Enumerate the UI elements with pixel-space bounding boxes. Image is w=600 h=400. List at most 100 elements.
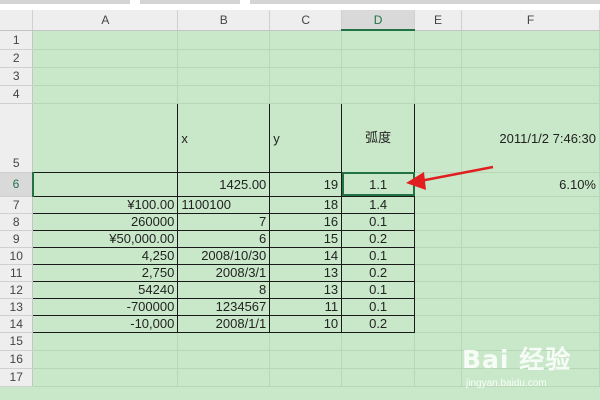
cell[interactable] <box>32 85 179 104</box>
cell[interactable] <box>341 30 416 50</box>
cell[interactable] <box>341 368 416 387</box>
cell[interactable]: 0.1 <box>341 246 416 265</box>
select-all-corner[interactable] <box>0 10 34 31</box>
cell[interactable] <box>341 67 416 86</box>
cell[interactable]: 14 <box>269 246 343 265</box>
header-cell-x[interactable]: x <box>177 102 271 173</box>
cell[interactable] <box>269 332 343 351</box>
cell[interactable]: 11 <box>269 297 343 316</box>
cell[interactable]: 10 <box>269 314 343 333</box>
cell[interactable] <box>461 298 600 316</box>
cell[interactable] <box>461 281 600 299</box>
cell[interactable] <box>32 171 179 197</box>
row-header[interactable]: 1 <box>0 30 34 50</box>
cell[interactable] <box>414 172 463 197</box>
cell[interactable] <box>341 49 416 68</box>
cell[interactable] <box>269 85 343 104</box>
row-header[interactable]: 11 <box>0 264 34 282</box>
column-header-b[interactable]: B <box>177 10 271 31</box>
cell[interactable] <box>32 102 179 173</box>
column-header-a[interactable]: A <box>32 10 179 31</box>
cell[interactable] <box>177 30 271 50</box>
column-header-e[interactable]: E <box>414 10 463 31</box>
cell[interactable] <box>269 49 343 68</box>
cell[interactable] <box>414 281 463 299</box>
cell[interactable]: 6 <box>177 229 271 248</box>
cell[interactable] <box>461 315 600 333</box>
cell[interactable] <box>32 67 179 86</box>
cell[interactable] <box>177 368 271 387</box>
cell[interactable] <box>341 85 416 104</box>
cell[interactable] <box>341 350 416 369</box>
cell[interactable] <box>177 67 271 86</box>
cell[interactable]: 2008/10/30 <box>177 246 271 265</box>
cell[interactable]: 7 <box>177 212 271 231</box>
cell[interactable] <box>414 350 463 369</box>
cell[interactable] <box>414 85 463 104</box>
cell[interactable] <box>414 368 463 387</box>
cell[interactable] <box>269 350 343 369</box>
datetime-cell[interactable]: 2011/1/2 7:46:30 <box>461 103 600 173</box>
cell[interactable] <box>269 368 343 387</box>
cell[interactable]: 260000 <box>32 212 179 231</box>
row-header[interactable]: 3 <box>0 67 34 86</box>
cell[interactable]: 16 <box>269 212 343 231</box>
cell[interactable] <box>461 85 600 104</box>
cell[interactable] <box>414 196 463 214</box>
cell[interactable] <box>414 264 463 282</box>
header-cell-radian[interactable]: 弧度 <box>341 102 416 173</box>
cell[interactable] <box>177 85 271 104</box>
row-header[interactable]: 12 <box>0 281 34 299</box>
cell[interactable] <box>414 332 463 351</box>
cell[interactable] <box>414 49 463 68</box>
cell[interactable]: 1.4 <box>341 195 416 214</box>
cell[interactable] <box>269 67 343 86</box>
cell[interactable]: 0.2 <box>341 263 416 282</box>
percent-cell[interactable]: 6.10% <box>461 172 600 197</box>
column-header-d[interactable]: D <box>341 10 416 31</box>
cell[interactable] <box>414 315 463 333</box>
row-header[interactable]: 5 <box>0 103 34 173</box>
column-header-c[interactable]: C <box>269 10 343 31</box>
row-header[interactable]: 13 <box>0 298 34 316</box>
cell[interactable] <box>414 298 463 316</box>
cell[interactable]: -700000 <box>32 297 179 316</box>
cell[interactable]: ¥50,000.00 <box>32 229 179 248</box>
row-header[interactable]: 16 <box>0 350 34 369</box>
header-cell-y[interactable]: y <box>269 102 343 173</box>
cell[interactable]: -10,000 <box>32 314 179 333</box>
cell[interactable] <box>32 368 179 387</box>
cell[interactable]: 4,250 <box>32 246 179 265</box>
cell[interactable] <box>461 196 600 214</box>
row-header[interactable]: 17 <box>0 368 34 387</box>
cell[interactable] <box>414 103 463 173</box>
cell[interactable]: 54240 <box>32 280 179 299</box>
row-header[interactable]: 2 <box>0 49 34 68</box>
cell[interactable]: 15 <box>269 229 343 248</box>
cell[interactable] <box>32 332 179 351</box>
row-header[interactable]: 9 <box>0 230 34 248</box>
row-header[interactable]: 15 <box>0 332 34 351</box>
cell[interactable] <box>32 49 179 68</box>
cell[interactable]: ¥100.00 <box>32 195 179 214</box>
cell[interactable]: 19 <box>269 171 343 197</box>
cell[interactable]: 1100100 <box>177 195 271 214</box>
cell[interactable]: 1425.00 <box>177 171 271 197</box>
cell[interactable] <box>414 67 463 86</box>
cell[interactable] <box>461 30 600 50</box>
cell[interactable] <box>32 350 179 369</box>
cell[interactable] <box>177 350 271 369</box>
row-header[interactable]: 6 <box>0 172 34 197</box>
cell[interactable]: 13 <box>269 263 343 282</box>
cell[interactable] <box>414 230 463 248</box>
cell[interactable]: 0.2 <box>341 314 416 333</box>
cell[interactable] <box>461 247 600 265</box>
cell[interactable] <box>341 332 416 351</box>
cell[interactable]: 0.1 <box>341 280 416 299</box>
cell[interactable] <box>414 30 463 50</box>
row-header[interactable]: 4 <box>0 85 34 104</box>
cell[interactable] <box>269 30 343 50</box>
cell[interactable] <box>177 49 271 68</box>
cell[interactable] <box>414 247 463 265</box>
active-cell[interactable]: 1.1 <box>341 171 416 197</box>
